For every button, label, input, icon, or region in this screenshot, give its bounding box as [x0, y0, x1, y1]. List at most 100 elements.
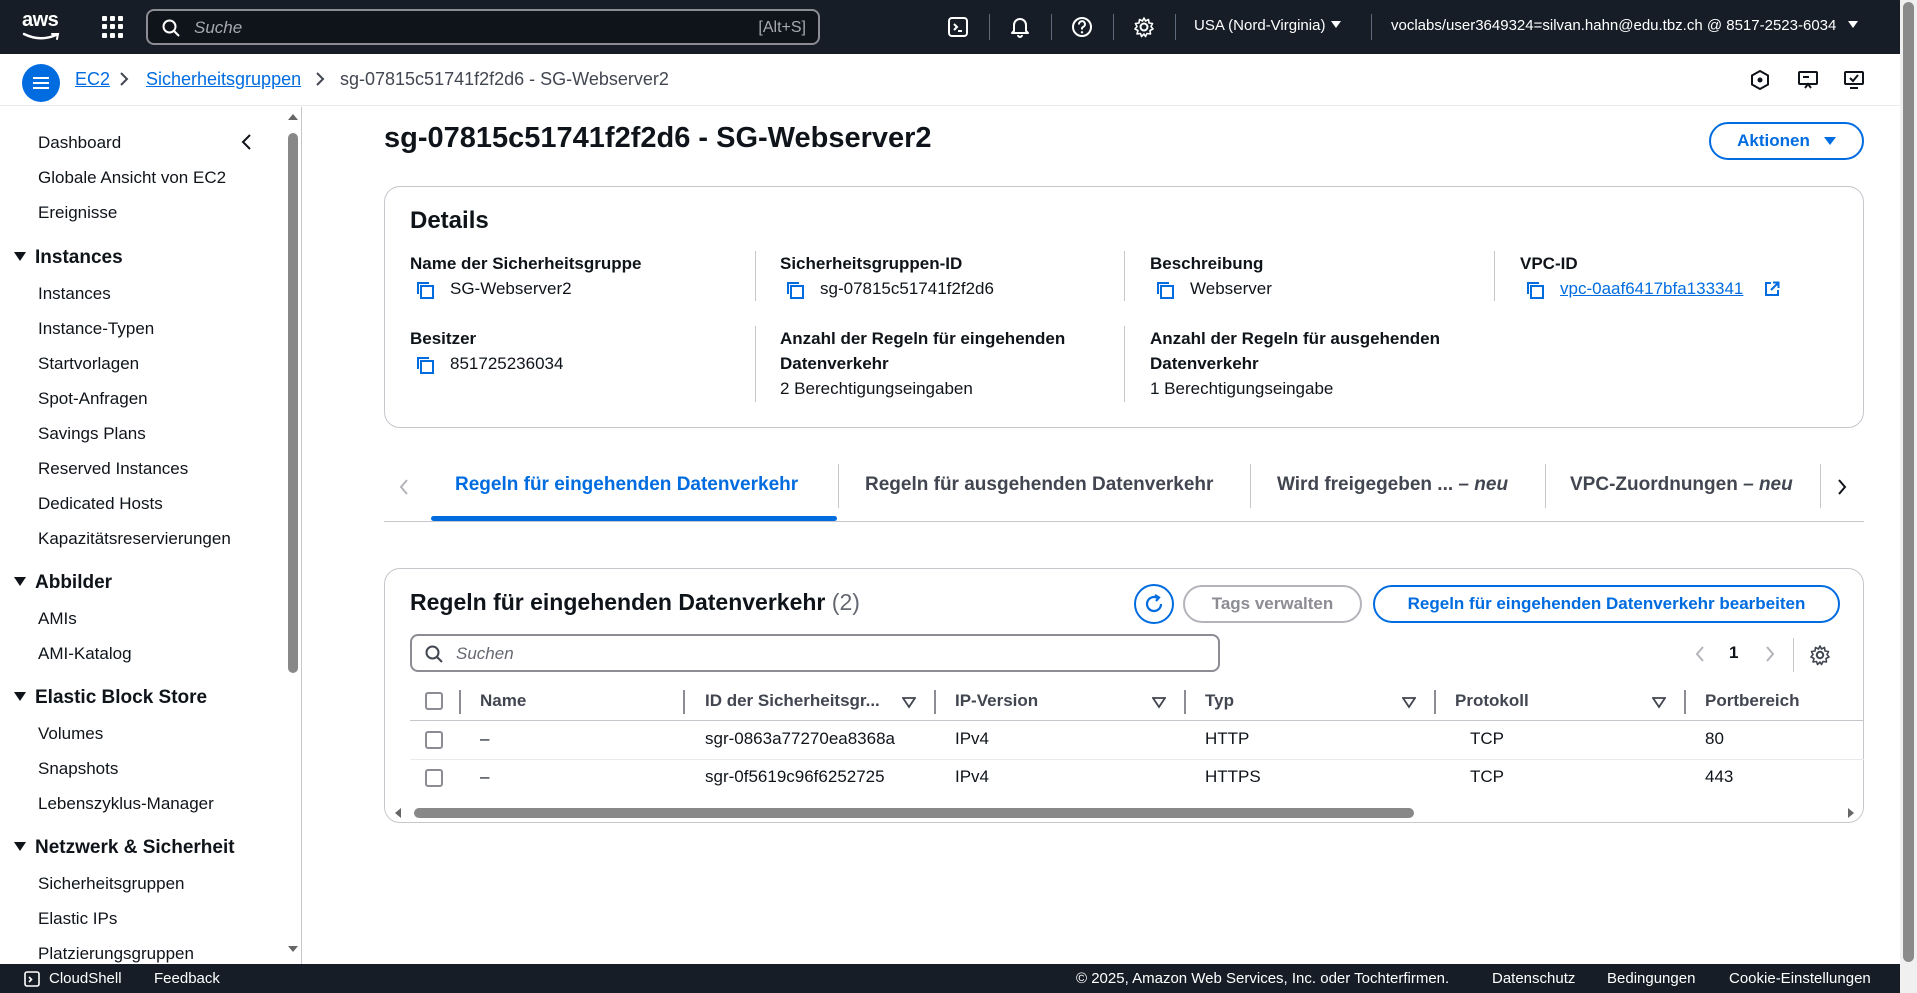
footer-terms-link[interactable]: Bedingungen: [1607, 970, 1695, 987]
footer-feedback-link[interactable]: Feedback: [154, 970, 220, 987]
sidebar-item-placement-groups[interactable]: Platzierungsgruppen: [38, 944, 194, 964]
active-tab-indicator: [431, 516, 837, 521]
sidebar-item-savings-plans[interactable]: Savings Plans: [38, 424, 146, 444]
row-checkbox[interactable]: [425, 769, 443, 787]
edit-inbound-rules-button[interactable]: Regeln für eingehenden Datenverkehr bear…: [1373, 585, 1840, 623]
divider: [989, 14, 990, 40]
footer-cookie-settings-link[interactable]: Cookie-Einstellungen: [1729, 970, 1871, 987]
tab-divider: [1820, 464, 1821, 508]
sidebar-item-volumes[interactable]: Volumes: [38, 724, 103, 744]
sidebar-section-instances[interactable]: Instances: [14, 247, 123, 269]
cell-type: HTTP: [1205, 729, 1250, 748]
copy-icon[interactable]: [784, 279, 806, 301]
sidebar-scrollbar[interactable]: [286, 107, 300, 964]
table-horizontal-scrollbar[interactable]: [392, 805, 1864, 821]
search-icon: [425, 645, 443, 663]
scroll-down-icon[interactable]: [287, 945, 299, 953]
global-search-input[interactable]: Suche [Alt+S]: [146, 9, 820, 45]
caret-down-icon: [1331, 21, 1342, 28]
sidebar-item-capacity-reservations[interactable]: Kapazitätsreservierungen: [38, 529, 231, 549]
sort-icon[interactable]: [1652, 697, 1666, 709]
sidebar-item-dashboard[interactable]: Dashboard: [38, 133, 121, 153]
collapse-sidebar-icon[interactable]: [240, 133, 254, 151]
tab-divider: [1545, 464, 1546, 508]
breadcrumb-security-groups[interactable]: Sicherheitsgruppen: [146, 69, 301, 90]
next-page-icon[interactable]: [1764, 645, 1776, 663]
vpc-id-link[interactable]: vpc-0aaf6417bfa133341: [1560, 276, 1743, 301]
account-menu[interactable]: voclabs/user3649324=silvan.hahn@edu.tbz.…: [1391, 17, 1859, 34]
previous-page-icon[interactable]: [1694, 645, 1706, 663]
sidebar-item-global-view[interactable]: Globale Ansicht von EC2: [38, 168, 226, 188]
sidebar-item-reserved-instances[interactable]: Reserved Instances: [38, 459, 188, 479]
divider: [1113, 14, 1114, 40]
sidebar-item-ami-catalog[interactable]: AMI-Katalog: [38, 644, 132, 664]
settings-gear-icon[interactable]: [1133, 16, 1155, 38]
sidebar-item-instances[interactable]: Instances: [38, 284, 111, 304]
hexagon-info-icon[interactable]: [1748, 68, 1772, 92]
tab-sharing[interactable]: Wird freigegeben ... – neu: [1277, 474, 1508, 496]
sort-icon[interactable]: [902, 697, 916, 709]
column-header-sg-id[interactable]: ID der Sicherheitsgr...: [705, 691, 880, 711]
tab-vpc-associations[interactable]: VPC-Zuordnungen – neu: [1570, 474, 1793, 496]
presentation-icon[interactable]: [1796, 68, 1820, 92]
refresh-button[interactable]: [1134, 584, 1174, 624]
sidebar-item-spot-requests[interactable]: Spot-Anfragen: [38, 389, 148, 409]
select-all-checkbox[interactable]: [425, 692, 443, 710]
column-header-type[interactable]: Typ: [1205, 691, 1234, 711]
description-label: Beschreibung: [1150, 254, 1264, 273]
sidebar-item-instance-types[interactable]: Instance-Typen: [38, 319, 154, 339]
cloudshell-icon[interactable]: [24, 971, 40, 987]
sidebar-section-images[interactable]: Abbilder: [14, 572, 112, 594]
sidebar-item-snapshots[interactable]: Snapshots: [38, 759, 118, 779]
tab-inbound-rules[interactable]: Regeln für eingehenden Datenverkehr: [455, 474, 798, 496]
manage-tags-button[interactable]: Tags verwalten: [1183, 585, 1362, 623]
sidebar-section-ebs[interactable]: Elastic Block Store: [14, 687, 207, 709]
copy-icon[interactable]: [414, 279, 436, 301]
scroll-up-icon[interactable]: [287, 113, 299, 121]
column-header-protocol[interactable]: Protokoll: [1455, 691, 1529, 711]
sidebar-item-launch-templates[interactable]: Startvorlagen: [38, 354, 139, 374]
sidebar-item-dedicated-hosts[interactable]: Dedicated Hosts: [38, 494, 163, 514]
scrollbar-thumb[interactable]: [288, 133, 298, 673]
sidebar-item-events[interactable]: Ereignisse: [38, 203, 117, 223]
footer-privacy-link[interactable]: Datenschutz: [1492, 970, 1575, 987]
sort-icon[interactable]: [1402, 697, 1416, 709]
aws-logo[interactable]: aws: [22, 10, 66, 44]
row-checkbox[interactable]: [425, 731, 443, 749]
help-icon[interactable]: [1071, 16, 1093, 38]
sidebar-item-elastic-ips[interactable]: Elastic IPs: [38, 909, 117, 929]
copy-icon[interactable]: [1524, 279, 1546, 301]
scrollbar-thumb[interactable]: [1903, 2, 1914, 962]
copy-icon[interactable]: [1154, 279, 1176, 301]
tabs-scroll-right-icon[interactable]: [1836, 478, 1848, 496]
services-grid-icon[interactable]: [102, 16, 124, 38]
sidebar-item-lifecycle-manager[interactable]: Lebenszyklus-Manager: [38, 794, 214, 814]
monitor-icon[interactable]: [1842, 68, 1866, 92]
column-header-name[interactable]: Name: [480, 691, 526, 711]
sort-icon[interactable]: [1152, 697, 1166, 709]
page-number[interactable]: 1: [1729, 643, 1738, 663]
sidebar-section-network-security[interactable]: Netzwerk & Sicherheit: [14, 837, 235, 859]
tab-outbound-rules[interactable]: Regeln für ausgehenden Datenverkehr: [865, 474, 1213, 496]
region-selector[interactable]: USA (Nord-Virginia): [1194, 17, 1342, 34]
column-header-port-range[interactable]: Portbereich: [1705, 691, 1799, 711]
breadcrumb-ec2[interactable]: EC2: [75, 69, 110, 90]
actions-button[interactable]: Aktionen: [1709, 122, 1864, 160]
tabs-scroll-left-icon[interactable]: [398, 478, 410, 496]
scrollbar-thumb[interactable]: [414, 808, 1414, 818]
notifications-bell-icon[interactable]: [1009, 16, 1031, 38]
sidebar-item-security-groups[interactable]: Sicherheitsgruppen: [38, 874, 184, 894]
scroll-right-icon[interactable]: [1847, 808, 1855, 818]
table-settings-gear-icon[interactable]: [1809, 644, 1831, 666]
side-nav-toggle-button[interactable]: [22, 64, 60, 102]
window-scrollbar[interactable]: [1900, 0, 1917, 993]
sidebar-item-amis[interactable]: AMIs: [38, 609, 77, 629]
caret-down-icon: [14, 577, 26, 586]
rules-search-input[interactable]: Suchen: [410, 634, 1220, 672]
cloudshell-icon[interactable]: [947, 16, 969, 38]
scroll-left-icon[interactable]: [394, 808, 402, 818]
copy-icon[interactable]: [414, 354, 436, 376]
footer-cloudshell-link[interactable]: CloudShell: [49, 970, 122, 987]
external-link-icon[interactable]: [1764, 281, 1780, 297]
column-header-ip-version[interactable]: IP-Version: [955, 691, 1038, 711]
